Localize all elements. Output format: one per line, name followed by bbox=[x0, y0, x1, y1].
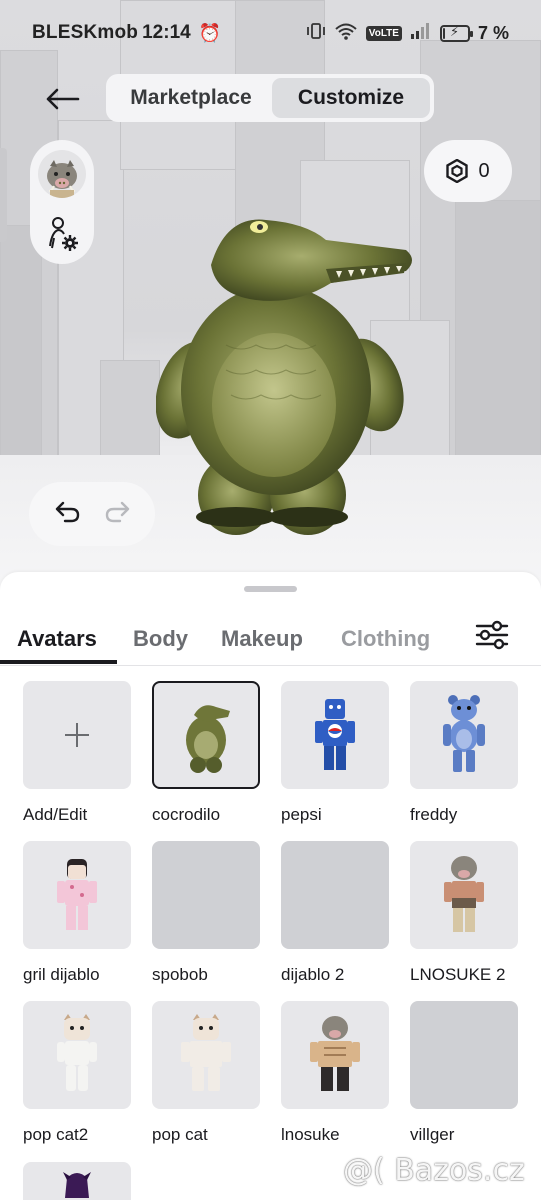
avatar-tile[interactable] bbox=[23, 841, 131, 949]
avatar-side-panel bbox=[30, 140, 94, 264]
lnosuke-avatar-thumbnail bbox=[310, 1016, 360, 1091]
avatar-name: LNOSUKE 2 bbox=[410, 965, 506, 984]
crocodile-avatar-thumbnail bbox=[186, 705, 230, 773]
avatar-tile[interactable] bbox=[23, 1001, 131, 1109]
avatar-tile[interactable] bbox=[410, 681, 518, 789]
avatar-name: villger bbox=[410, 1125, 455, 1144]
bazos-watermark: @( Bazos.cz bbox=[343, 1153, 525, 1188]
avatar-item[interactable]: LNOSUKE 2 bbox=[410, 841, 518, 985]
side-drawer-handle[interactable] bbox=[0, 148, 7, 242]
avatar-item[interactable]: pop cat bbox=[152, 1001, 260, 1145]
battery-percent: 7 % bbox=[477, 22, 509, 43]
carrier-name: BLESKmob bbox=[32, 22, 139, 43]
avatar-tile-selected[interactable] bbox=[152, 681, 260, 789]
customize-bottom-sheet: Avatars Body Makeup Clothing Add/Edit co… bbox=[0, 572, 541, 1200]
avatar-add-edit[interactable]: Add/Edit bbox=[23, 681, 131, 825]
category-tabs: Avatars Body Makeup Clothing bbox=[0, 614, 541, 666]
tabs-divider bbox=[0, 665, 541, 666]
robux-balance[interactable]: 0 bbox=[424, 140, 512, 202]
avatar-tile[interactable] bbox=[281, 1001, 389, 1109]
undo-redo-controls bbox=[29, 482, 155, 546]
current-avatar-thumbnail[interactable] bbox=[38, 150, 86, 198]
filter-button[interactable] bbox=[473, 618, 511, 652]
avatar-settings-button[interactable] bbox=[46, 216, 80, 252]
charging-icon: ⚡ bbox=[449, 23, 460, 39]
redo-button[interactable] bbox=[104, 501, 130, 528]
tab-customize[interactable]: Customize bbox=[272, 78, 430, 118]
avatar-name: pepsi bbox=[281, 805, 322, 824]
avatar-item[interactable]: pepsi bbox=[281, 681, 389, 825]
vibrate-icon bbox=[306, 21, 326, 46]
avatar-tile[interactable] bbox=[152, 1001, 260, 1109]
background-building bbox=[100, 360, 160, 460]
marketplace-customize-switch: Marketplace Customize bbox=[106, 74, 434, 122]
avatar-tile-empty[interactable] bbox=[410, 1001, 518, 1109]
battery-icon: ⚡ bbox=[439, 23, 473, 42]
tab-avatars[interactable]: Avatars bbox=[17, 626, 97, 652]
avatar-tile-empty[interactable] bbox=[281, 841, 389, 949]
redo-icon bbox=[105, 501, 129, 522]
avatar-name: dijablo 2 bbox=[281, 965, 345, 984]
pepsi-avatar-thumbnail bbox=[315, 699, 355, 770]
lnosuke2-avatar-thumbnail bbox=[444, 856, 484, 932]
avatar-item[interactable]: lnosuke bbox=[281, 1001, 389, 1145]
avatar-name: pop cat bbox=[152, 1125, 208, 1144]
gril-dijablo-avatar-thumbnail bbox=[57, 859, 97, 930]
pop-cat-avatar-thumbnail bbox=[181, 1014, 231, 1091]
sliders-icon bbox=[475, 620, 509, 650]
back-button[interactable] bbox=[40, 80, 84, 118]
avatar-name: pop cat2 bbox=[23, 1125, 89, 1144]
avatar-item[interactable]: dijablo 2 bbox=[281, 841, 389, 985]
avatar-model bbox=[156, 219, 412, 535]
undo-button[interactable] bbox=[55, 501, 81, 528]
tab-body[interactable]: Body bbox=[133, 626, 188, 652]
avatar-item[interactable]: spobob bbox=[152, 841, 260, 985]
wifi-icon bbox=[334, 21, 358, 46]
avatar-name: spobob bbox=[152, 965, 208, 984]
avatar-item[interactable]: cocrodilo bbox=[152, 681, 260, 825]
avatar-item[interactable]: pop cat2 bbox=[23, 1001, 131, 1145]
avatar-tile[interactable] bbox=[281, 681, 389, 789]
avatar-name: freddy bbox=[410, 805, 458, 824]
undo-icon bbox=[55, 501, 79, 522]
active-tab-indicator bbox=[0, 660, 117, 664]
status-bar: BLESKmob 12:14 ⏰ VoLTE ⚡ 7 % bbox=[0, 0, 541, 66]
avatar-tile-empty[interactable] bbox=[152, 841, 260, 949]
plus-icon bbox=[65, 723, 89, 747]
boar-head-icon bbox=[47, 160, 77, 198]
robux-icon bbox=[446, 159, 469, 183]
avatar-name: gril dijablo bbox=[23, 965, 100, 984]
pop-cat2-avatar-thumbnail bbox=[57, 1014, 97, 1091]
signal-icon bbox=[410, 22, 432, 45]
avatar-tile[interactable] bbox=[23, 1162, 131, 1200]
avatar-item[interactable]: freddy bbox=[410, 681, 518, 825]
volte-badge: VoLTE bbox=[365, 25, 402, 41]
purple-avatar-thumbnail bbox=[63, 1172, 91, 1198]
battery-fill bbox=[442, 27, 445, 39]
alarm-icon: ⏰ bbox=[198, 22, 222, 43]
avatar-name: cocrodilo bbox=[152, 805, 221, 824]
background-building bbox=[455, 200, 541, 460]
tab-makeup[interactable]: Makeup bbox=[221, 626, 303, 652]
clock: 12:14 bbox=[142, 22, 191, 43]
arrow-left-icon bbox=[46, 88, 80, 110]
person-gear-icon bbox=[49, 217, 78, 251]
avatar-name: lnosuke bbox=[281, 1125, 340, 1144]
avatar-tile[interactable] bbox=[410, 841, 518, 949]
sheet-drag-handle[interactable] bbox=[244, 586, 297, 592]
avatar-item[interactable] bbox=[23, 1162, 131, 1200]
robux-amount: 0 bbox=[478, 159, 490, 182]
avatar-item[interactable]: villger bbox=[410, 1001, 518, 1145]
background-building bbox=[0, 225, 42, 460]
avatar-name: Add/Edit bbox=[23, 805, 88, 824]
tab-clothing[interactable]: Clothing bbox=[341, 626, 430, 652]
avatar-item[interactable]: gril dijablo bbox=[23, 841, 131, 985]
avatar-tile[interactable] bbox=[23, 681, 131, 789]
freddy-avatar-thumbnail bbox=[443, 695, 485, 772]
tab-marketplace[interactable]: Marketplace bbox=[110, 78, 272, 118]
